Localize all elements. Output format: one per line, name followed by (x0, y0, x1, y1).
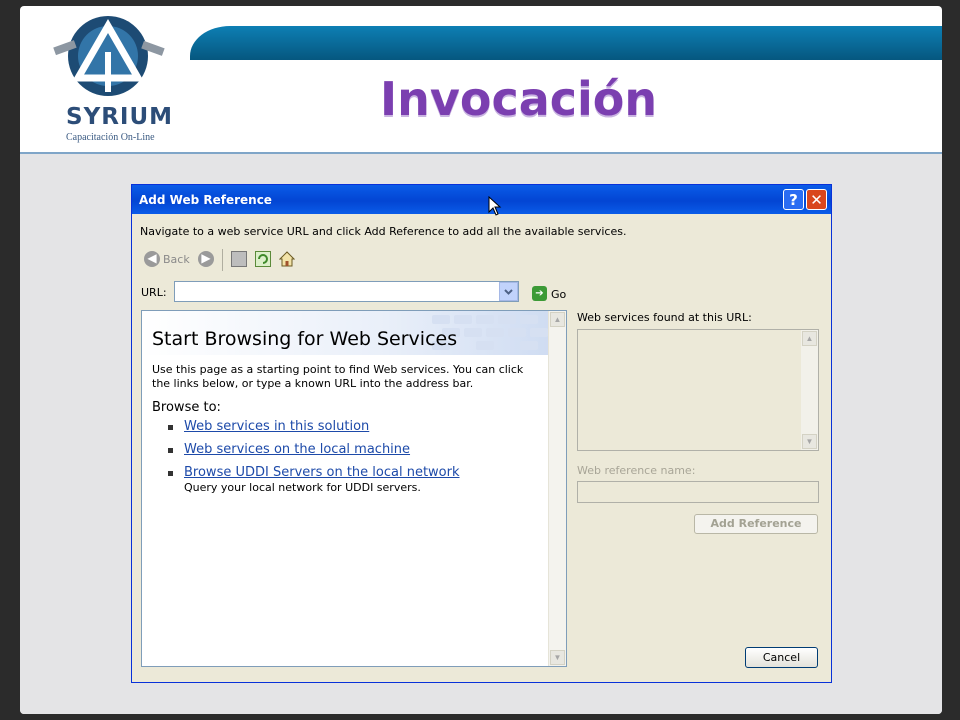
url-input[interactable] (174, 281, 519, 302)
forward-arrow-icon[interactable]: ▶ (198, 251, 214, 267)
uddi-link-description: Query your local network for UDDI server… (184, 481, 421, 494)
browse-to-heading: Browse to: (152, 400, 221, 415)
header-divider (20, 152, 942, 154)
scroll-down-icon[interactable]: ▼ (802, 434, 817, 449)
url-dropdown-button[interactable] (499, 282, 518, 301)
add-web-reference-dialog: Add Web Reference ? ✕ Navigate to a web … (131, 184, 832, 683)
help-button[interactable]: ? (783, 189, 804, 210)
browser-toolbar: ◀ Back ▶ (140, 249, 340, 271)
add-reference-button[interactable]: Add Reference (694, 514, 818, 534)
dialog-title: Add Web Reference (139, 193, 272, 207)
logo-wordmark: SYRIUM (66, 104, 174, 130)
home-icon[interactable] (278, 251, 296, 267)
stop-icon[interactable] (231, 251, 247, 267)
cancel-button[interactable]: Cancel (745, 647, 818, 668)
browser-banner: Start Browsing for Web Services (142, 311, 550, 355)
mouse-cursor-icon (488, 196, 502, 216)
logo-subtitle: Capacitación On-Line (66, 132, 155, 143)
scroll-up-icon[interactable]: ▲ (802, 331, 817, 346)
refresh-icon[interactable] (255, 251, 271, 267)
close-button[interactable]: ✕ (806, 189, 827, 210)
scroll-down-icon[interactable]: ▼ (550, 650, 565, 665)
web-reference-name-label: Web reference name: (577, 464, 696, 477)
back-arrow-icon[interactable]: ◀ (144, 251, 160, 267)
instructions-text: Navigate to a web service URL and click … (140, 225, 627, 238)
services-list-scrollbar[interactable]: ▲ ▼ (801, 330, 818, 450)
services-found-list[interactable]: ▲ ▼ (577, 329, 819, 451)
go-arrow-icon[interactable]: ➔ (532, 286, 547, 301)
back-label[interactable]: Back (163, 253, 190, 266)
go-button[interactable]: Go (551, 288, 566, 301)
bullet-icon (168, 471, 173, 476)
slide-title: Invocación (380, 72, 658, 126)
dialog-titlebar[interactable]: Add Web Reference ? ✕ (132, 185, 831, 214)
chevron-down-icon (504, 289, 513, 295)
bullet-icon (168, 448, 173, 453)
logo-emblem-icon (53, 16, 165, 96)
link-solution-services[interactable]: Web services in this solution (184, 419, 369, 434)
web-browser-pane: Start Browsing for Web Services Use this… (141, 310, 567, 667)
bullet-icon (168, 425, 173, 430)
web-reference-name-input[interactable] (577, 481, 819, 503)
link-uddi-servers[interactable]: Browse UDDI Servers on the local network (184, 465, 460, 480)
syrium-logo: SYRIUM Capacitación On-Line (44, 12, 174, 147)
browser-intro-text: Use this page as a starting point to fin… (152, 363, 524, 390)
header-band (190, 26, 942, 60)
link-local-machine-services[interactable]: Web services on the local machine (184, 442, 410, 457)
url-label: URL: (141, 286, 167, 299)
banner-title: Start Browsing for Web Services (152, 328, 458, 350)
browser-scrollbar[interactable]: ▲ ▼ (548, 311, 566, 666)
services-found-label: Web services found at this URL: (577, 311, 752, 324)
scroll-up-icon[interactable]: ▲ (550, 312, 565, 327)
toolbar-separator (222, 249, 223, 271)
